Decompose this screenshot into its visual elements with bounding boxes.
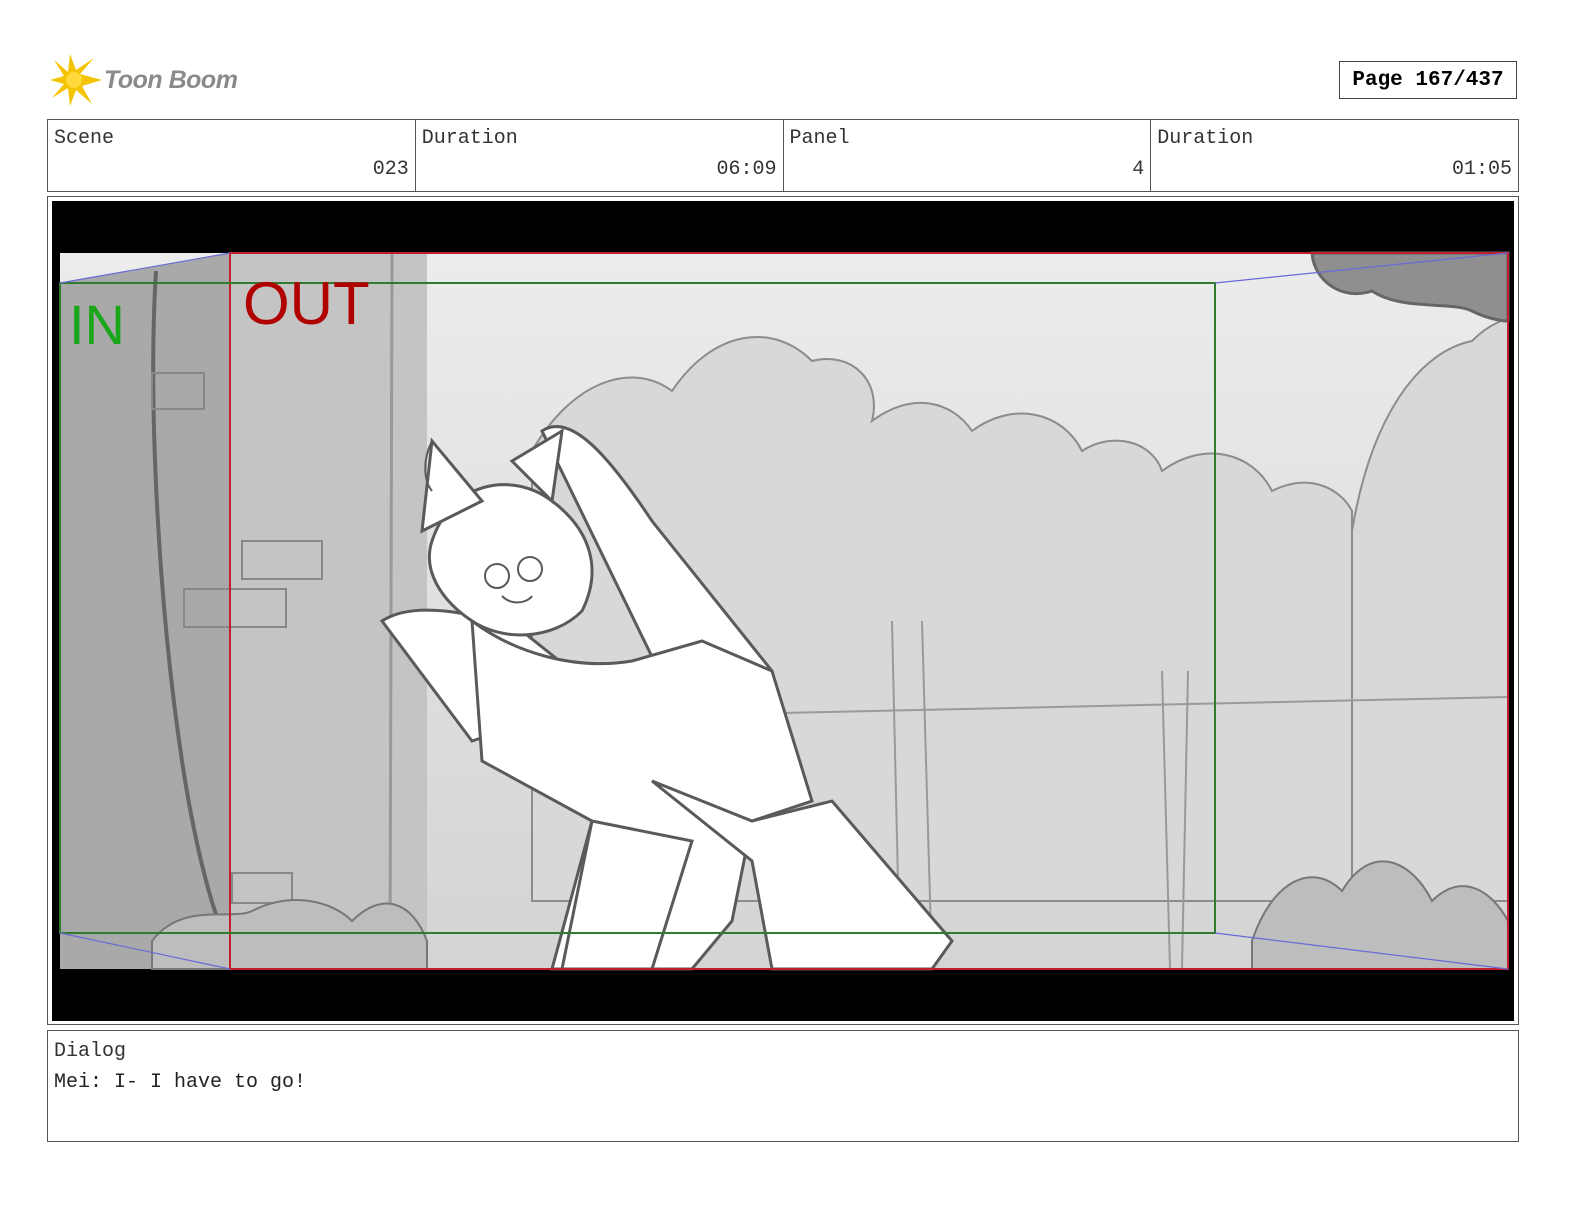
scene-duration-cell: Duration 06:09 [416, 120, 784, 191]
dialog-label: Dialog [54, 1040, 127, 1063]
tree-trunk [60, 253, 230, 969]
logo-wordmark: Toon Boom [104, 66, 238, 94]
scene-duration-label: Duration [421, 127, 518, 150]
panel-duration-label: Duration [1157, 127, 1254, 150]
page-indicator: Page 167/437 [1339, 61, 1517, 99]
dialog-box: Dialog Mei: I- I have to go! [47, 1030, 1519, 1142]
panel-cell: Panel 4 [784, 120, 1152, 191]
dialog-text: Mei: I- I have to go! [54, 1071, 307, 1094]
page-number-label: Page 167/437 [1352, 68, 1504, 92]
camera-out-label: OUT [243, 270, 370, 337]
camera-in-label: IN [69, 293, 125, 356]
panel-duration-value: 01:05 [1451, 158, 1512, 181]
scene-cell: Scene 023 [48, 120, 416, 191]
scene-label: Scene [54, 127, 115, 150]
toon-boom-logo: Toon Boom [50, 54, 250, 108]
scene-value: 023 [372, 158, 409, 181]
panel-info-table: Scene 023 Duration 06:09 Panel 4 Duratio… [47, 119, 1519, 192]
storyboard-frame: IN OUT [52, 201, 1514, 1021]
panel-label: Panel [789, 127, 850, 150]
scene-duration-value: 06:09 [716, 158, 777, 181]
panel-duration-cell: Duration 01:05 [1151, 120, 1518, 191]
starburst-icon [50, 54, 102, 106]
panel-value: 4 [1132, 158, 1145, 181]
